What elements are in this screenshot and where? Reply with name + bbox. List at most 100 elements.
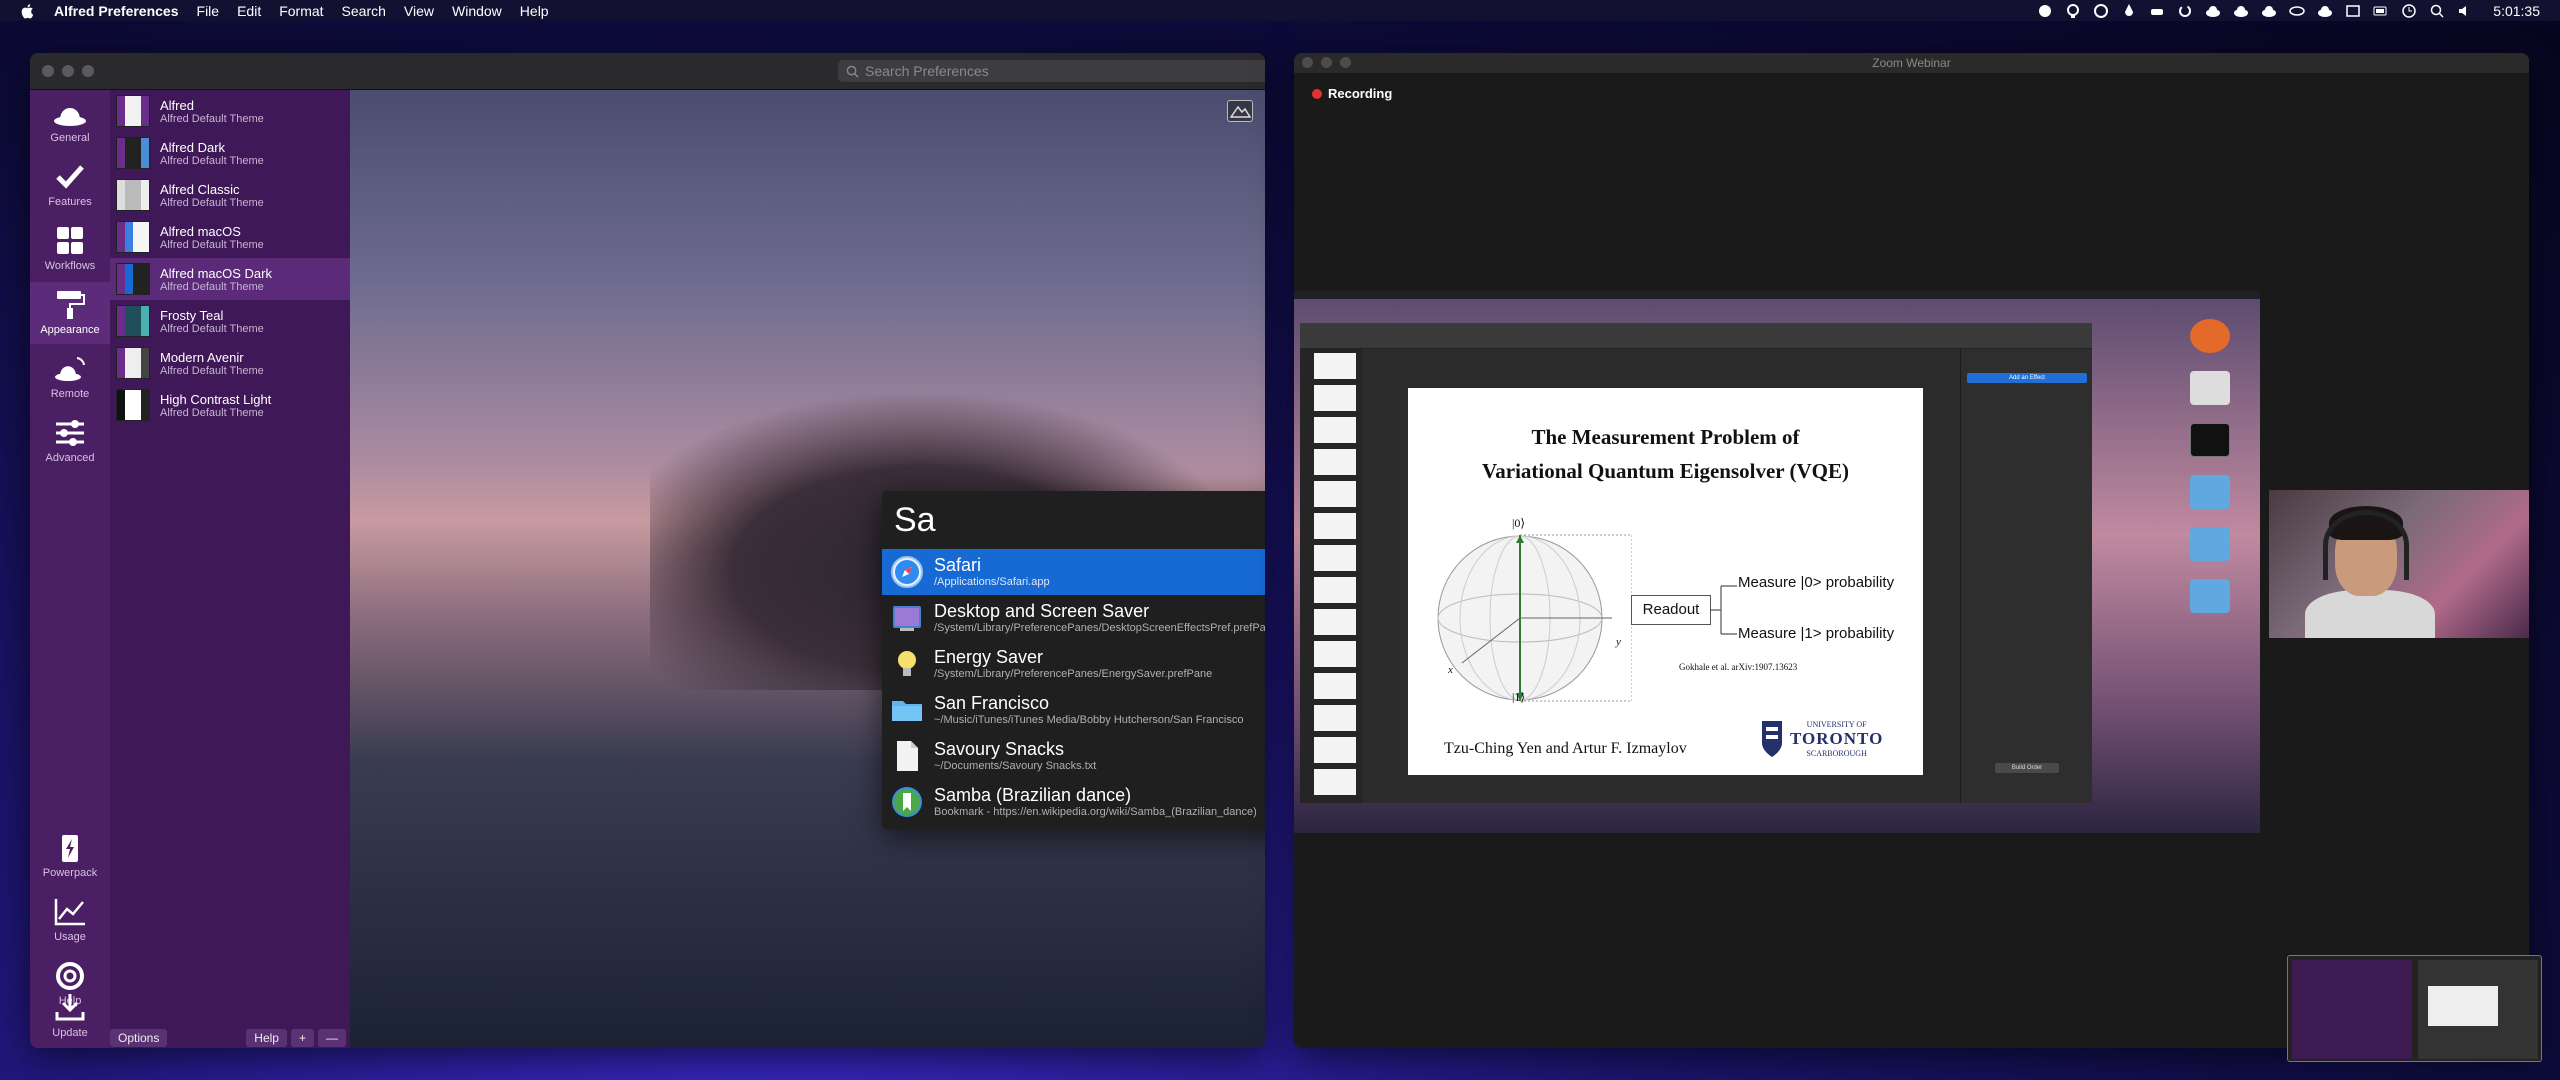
search-preferences-input[interactable]: [865, 63, 1265, 79]
menu-edit[interactable]: Edit: [237, 3, 261, 19]
nav-advanced[interactable]: Advanced: [30, 410, 110, 472]
close-button[interactable]: [42, 65, 54, 77]
cloud-upload-icon[interactable]: [2261, 3, 2277, 19]
result-desktop-screen-saver[interactable]: Desktop and Screen Saver/System/Library/…: [882, 595, 1265, 641]
alfred-preferences-window: General Features Workflows Appearance Re…: [30, 53, 1265, 1048]
car-icon[interactable]: [2149, 3, 2165, 19]
drop-icon[interactable]: [2121, 3, 2137, 19]
sync-icon[interactable]: [2177, 3, 2193, 19]
slide-thumbnail[interactable]: [1314, 737, 1356, 763]
result-title: Safari: [934, 555, 982, 575]
help-button[interactable]: Help: [246, 1029, 287, 1047]
nav-appearance[interactable]: Appearance: [30, 282, 110, 344]
safari-icon: [890, 555, 924, 589]
folder-icon[interactable]: [2190, 475, 2230, 509]
desktop-pref-icon: [890, 601, 924, 635]
firefox-icon[interactable]: [2190, 319, 2230, 353]
screenshot-thumbnail[interactable]: [2287, 955, 2542, 1062]
options-button[interactable]: Options: [110, 1029, 168, 1047]
slide-thumbnail[interactable]: [1314, 449, 1356, 475]
minimize-button[interactable]: [62, 65, 74, 77]
slide-thumbnail[interactable]: [1314, 769, 1356, 795]
theme-item-alfred-classic[interactable]: Alfred Classic Alfred Default Theme: [110, 174, 350, 216]
theme-item-modern-avenir[interactable]: Modern Avenir Alfred Default Theme: [110, 342, 350, 384]
alfred-search-box[interactable]: Sa Safari/Applications/Safari.app ↩ Desk…: [882, 491, 1265, 829]
theme-item-alfred-macos-dark[interactable]: Alfred macOS Dark Alfred Default Theme: [110, 258, 350, 300]
menu-help[interactable]: Help: [520, 3, 549, 19]
window-icon[interactable]: [2345, 3, 2361, 19]
slide-thumbnail[interactable]: [1314, 513, 1356, 539]
theme-item-alfred[interactable]: Alfred Alfred Default Theme: [110, 90, 350, 132]
nav-remote[interactable]: Remote: [30, 346, 110, 408]
slide-thumbnail[interactable]: [1314, 353, 1356, 379]
cloud-upload-icon[interactable]: [2233, 3, 2249, 19]
lightbulb-icon[interactable]: [2065, 3, 2081, 19]
remove-theme-button[interactable]: —: [318, 1029, 346, 1047]
close-button[interactable]: [1302, 57, 1313, 68]
terminal-icon[interactable]: [2190, 423, 2230, 457]
theme-name: Alfred macOS Dark: [160, 265, 272, 281]
magnifier-icon[interactable]: [2429, 3, 2445, 19]
add-theme-button[interactable]: +: [290, 1029, 314, 1047]
menu-search[interactable]: Search: [342, 3, 386, 19]
slide-thumbnail[interactable]: [1314, 641, 1356, 667]
slide-thumbnail[interactable]: [1314, 577, 1356, 603]
apple-icon[interactable]: [20, 3, 36, 19]
menu-format[interactable]: Format: [279, 3, 323, 19]
app-name[interactable]: Alfred Preferences: [54, 3, 179, 19]
zoom-button[interactable]: [82, 65, 94, 77]
slide-title: The Measurement Problem of Variational Q…: [1408, 420, 1923, 488]
menu-view[interactable]: View: [404, 3, 434, 19]
zoom-button[interactable]: [1340, 57, 1351, 68]
nav-label: Appearance: [40, 324, 100, 336]
menu-window[interactable]: Window: [452, 3, 502, 19]
theme-subtitle: Alfred Default Theme: [160, 112, 264, 125]
slide-thumbnail[interactable]: [1314, 385, 1356, 411]
menubar-clock[interactable]: 5:01:35: [2493, 3, 2540, 19]
result-safari[interactable]: Safari/Applications/Safari.app ↩: [882, 549, 1265, 595]
uoft-small-text: UNIVERSITY OF: [1806, 720, 1867, 729]
slide-thumbnail[interactable]: [1314, 673, 1356, 699]
cloud-icon[interactable]: [2037, 3, 2053, 19]
slide-thumbnail[interactable]: [1314, 609, 1356, 635]
theme-item-high-contrast-light[interactable]: High Contrast Light Alfred Default Theme: [110, 384, 350, 426]
result-samba[interactable]: Samba (Brazilian dance) Bookmark - https:…: [882, 779, 1265, 825]
search-icon: [846, 65, 859, 78]
nav-usage[interactable]: Usage: [30, 889, 110, 951]
result-san-francisco[interactable]: San Francisco ~/Music/iTunes/iTunes Media…: [882, 687, 1265, 733]
volume-icon[interactable]: [2457, 3, 2473, 19]
cloud-icon[interactable]: [2317, 3, 2333, 19]
alfred-query-text[interactable]: Sa: [882, 491, 1265, 549]
theme-item-frosty-teal[interactable]: Frosty Teal Alfred Default Theme: [110, 300, 350, 342]
folder-icon[interactable]: [2190, 527, 2230, 561]
speaker-video[interactable]: [2269, 490, 2529, 638]
nav-features[interactable]: Features: [30, 154, 110, 216]
eye-icon[interactable]: [2289, 3, 2306, 19]
slide-thumbnail[interactable]: [1314, 705, 1356, 731]
menu-file[interactable]: File: [197, 3, 220, 19]
slide-thumbnail[interactable]: [1314, 417, 1356, 443]
search-preferences-field[interactable]: [838, 60, 1265, 82]
wallpaper-toggle-button[interactable]: [1227, 100, 1253, 122]
folder-icon[interactable]: [2190, 579, 2230, 613]
file-icon[interactable]: [2190, 371, 2230, 405]
nav-powerpack[interactable]: Powerpack: [30, 825, 110, 887]
nav-workflows[interactable]: Workflows: [30, 218, 110, 280]
add-effect-button[interactable]: Add an Effect: [1967, 373, 2087, 383]
history-icon[interactable]: [2401, 3, 2417, 19]
theme-item-alfred-dark[interactable]: Alfred Dark Alfred Default Theme: [110, 132, 350, 174]
minimize-button[interactable]: [1321, 57, 1332, 68]
slide-thumbnail[interactable]: [1314, 545, 1356, 571]
recording-indicator[interactable]: Recording: [1312, 86, 1392, 101]
theme-item-alfred-macos[interactable]: Alfred macOS Alfred Default Theme: [110, 216, 350, 258]
build-order-button[interactable]: Build Order: [1995, 763, 2059, 773]
result-savoury-snacks[interactable]: Savoury Snacks ~/Documents/Savoury Snacks…: [882, 733, 1265, 779]
cloud-upload-icon[interactable]: [2205, 3, 2221, 19]
result-energy-saver[interactable]: Energy Saver/System/Library/PreferencePa…: [882, 641, 1265, 687]
theme-name: Alfred Dark: [160, 139, 226, 155]
shield-icon[interactable]: [2093, 3, 2109, 19]
battery-icon[interactable]: [2373, 3, 2389, 19]
nav-general[interactable]: General: [30, 90, 110, 152]
slide-thumbnail[interactable]: [1314, 481, 1356, 507]
window-controls: [42, 65, 94, 77]
